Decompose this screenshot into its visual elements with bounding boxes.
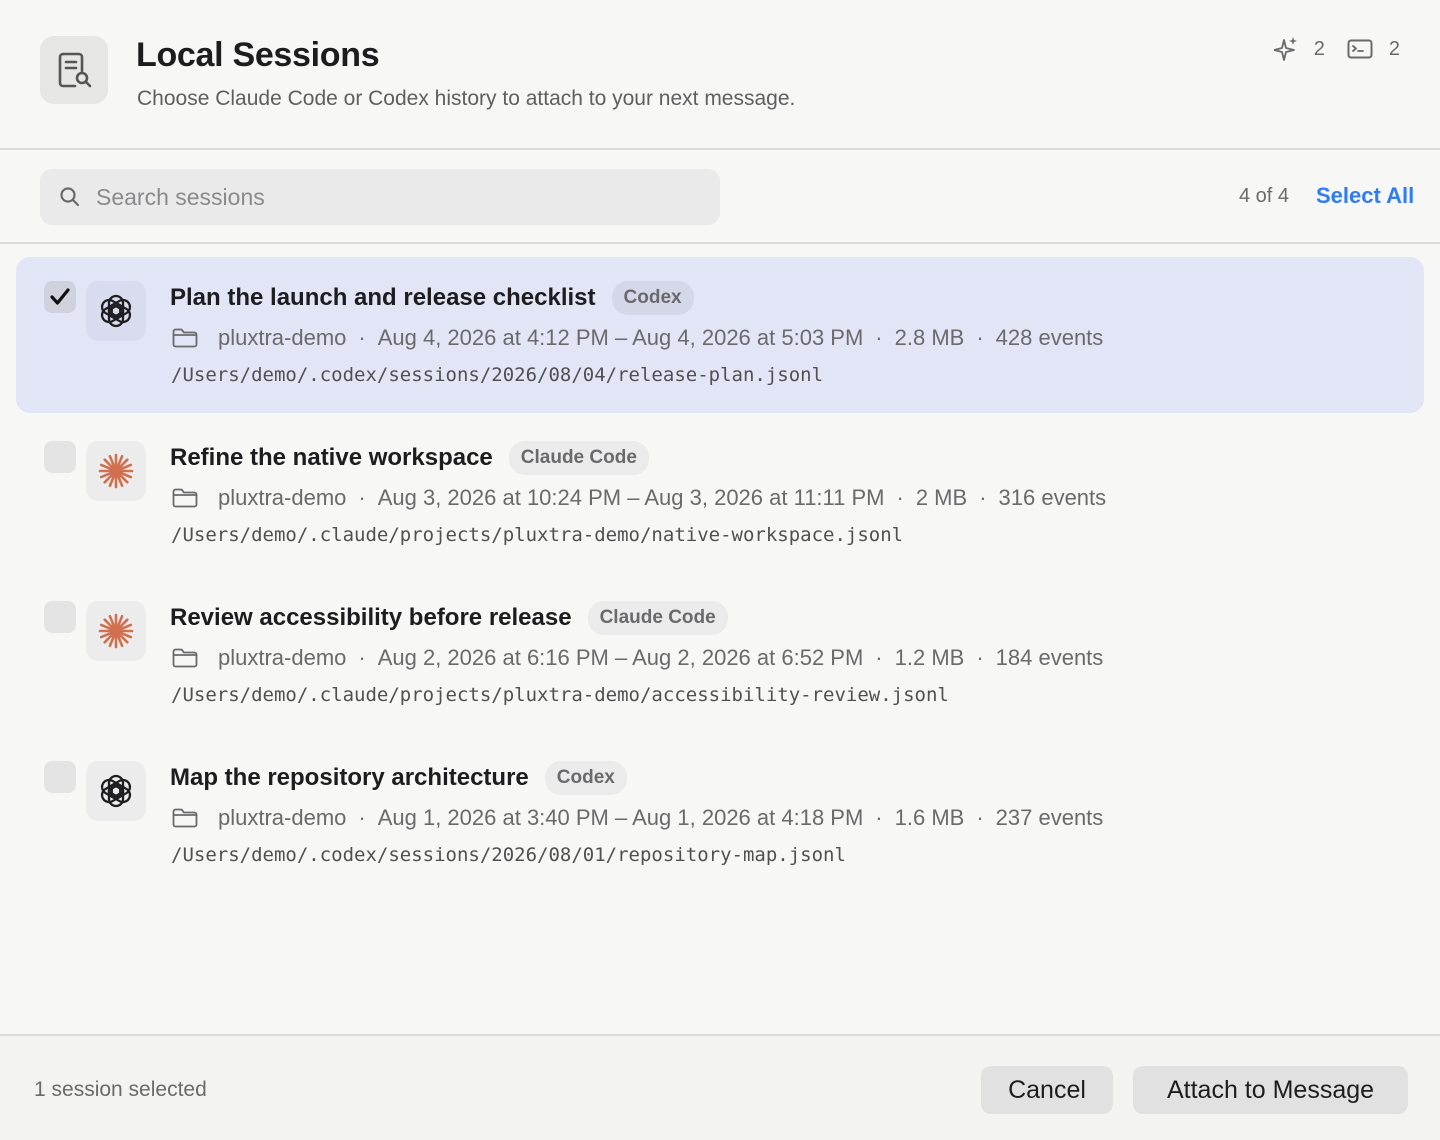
- project-name: pluxtra-demo: [218, 485, 347, 510]
- claude-icon: [86, 601, 146, 661]
- attach-to-message-button[interactable]: Attach to Message: [1133, 1066, 1408, 1114]
- separator: ·: [875, 325, 883, 350]
- search-field[interactable]: [40, 169, 720, 225]
- openai-icon: [86, 761, 146, 821]
- separator: ·: [875, 805, 883, 830]
- folder-icon: [172, 328, 198, 348]
- separator: ·: [875, 645, 883, 670]
- codex-count: 2: [1313, 37, 1325, 60]
- search-icon: [58, 185, 82, 214]
- session-row[interactable]: Plan the launch and release checklist Co…: [16, 257, 1424, 413]
- session-checkbox[interactable]: [44, 441, 76, 473]
- file-size: 1.6 MB: [894, 805, 965, 830]
- result-count: 4 of 4: [1239, 185, 1290, 207]
- folder-icon: [172, 808, 198, 828]
- event-count: 237 events: [995, 805, 1104, 830]
- session-row[interactable]: Refine the native workspace Claude Code …: [16, 417, 1424, 573]
- file-size: 2.8 MB: [894, 325, 965, 350]
- search-input[interactable]: [96, 169, 706, 225]
- separator: ·: [979, 485, 987, 510]
- separator: ·: [358, 805, 366, 830]
- time-range: Aug 4, 2026 at 4:12 PM – Aug 4, 2026 at …: [377, 325, 864, 350]
- separator: ·: [358, 325, 366, 350]
- project-name: pluxtra-demo: [218, 645, 347, 670]
- time-range: Aug 2, 2026 at 6:16 PM – Aug 2, 2026 at …: [377, 645, 864, 670]
- separator: ·: [896, 485, 904, 510]
- time-range: Aug 1, 2026 at 3:40 PM – Aug 1, 2026 at …: [377, 805, 864, 830]
- source-badge: Codex: [611, 281, 694, 315]
- session-title: Map the repository architecture: [170, 764, 529, 791]
- session-title: Review accessibility before release: [170, 604, 572, 631]
- selection-status: 1 session selected: [34, 1078, 207, 1101]
- select-all-button[interactable]: Select All: [1316, 183, 1414, 209]
- separator: ·: [976, 805, 984, 830]
- event-count: 184 events: [995, 645, 1104, 670]
- claude-icon: [86, 441, 146, 501]
- file-path: /Users/demo/.codex/sessions/2026/08/01/r…: [171, 844, 846, 866]
- source-counts: 2 2: [1273, 36, 1400, 62]
- openai-icon: [86, 281, 146, 341]
- file-path: /Users/demo/.claude/projects/pluxtra-dem…: [171, 524, 904, 546]
- session-title-line: Refine the native workspace Claude Code: [170, 441, 649, 475]
- project-name: pluxtra-demo: [218, 805, 347, 830]
- session-title-line: Map the repository architecture Codex: [170, 761, 627, 795]
- page-subtitle: Choose Claude Code or Codex history to a…: [137, 87, 796, 110]
- terminal-icon: [1347, 39, 1373, 59]
- separator: ·: [358, 645, 366, 670]
- session-checkbox[interactable]: [44, 281, 76, 313]
- file-size: 2 MB: [915, 485, 968, 510]
- event-count: 316 events: [998, 485, 1107, 510]
- footer: 1 session selected Cancel Attach to Mess…: [0, 1034, 1440, 1140]
- session-checkbox[interactable]: [44, 601, 76, 633]
- cancel-button[interactable]: Cancel: [981, 1066, 1113, 1114]
- document-search-icon: [40, 36, 108, 104]
- session-checkbox[interactable]: [44, 761, 76, 793]
- session-meta: pluxtra-demo · Aug 2, 2026 at 6:16 PM – …: [172, 645, 1103, 671]
- session-title-line: Plan the launch and release checklist Co…: [170, 281, 694, 315]
- checkmark-icon: [50, 288, 70, 305]
- file-path: /Users/demo/.claude/projects/pluxtra-dem…: [171, 684, 949, 706]
- time-range: Aug 3, 2026 at 10:24 PM – Aug 3, 2026 at…: [377, 485, 885, 510]
- page-title: Local Sessions: [136, 36, 380, 74]
- project-name: pluxtra-demo: [218, 325, 347, 350]
- session-title: Refine the native workspace: [170, 444, 493, 471]
- event-count: 428 events: [995, 325, 1104, 350]
- folder-icon: [172, 648, 198, 668]
- session-meta: pluxtra-demo · Aug 1, 2026 at 3:40 PM – …: [172, 805, 1103, 831]
- sparkle-icon: [1273, 36, 1298, 62]
- claude-count: 2: [1388, 37, 1400, 60]
- source-badge: Claude Code: [508, 441, 649, 475]
- file-path: /Users/demo/.codex/sessions/2026/08/04/r…: [171, 364, 824, 386]
- search-toolbar: 4 of 4 Select All: [0, 152, 1440, 244]
- folder-icon: [172, 488, 198, 508]
- separator: ·: [976, 645, 984, 670]
- session-title-line: Review accessibility before release Clau…: [170, 601, 728, 635]
- session-title: Plan the launch and release checklist: [170, 284, 596, 311]
- file-size: 1.2 MB: [894, 645, 965, 670]
- source-badge: Codex: [544, 761, 627, 795]
- session-row[interactable]: Map the repository architecture Codex pl…: [16, 737, 1424, 893]
- separator: ·: [358, 485, 366, 510]
- source-badge: Claude Code: [587, 601, 728, 635]
- session-meta: pluxtra-demo · Aug 3, 2026 at 10:24 PM –…: [172, 485, 1106, 511]
- session-row[interactable]: Review accessibility before release Clau…: [16, 577, 1424, 733]
- separator: ·: [976, 325, 984, 350]
- header: Local Sessions Choose Claude Code or Cod…: [0, 0, 1440, 150]
- session-meta: pluxtra-demo · Aug 4, 2026 at 4:12 PM – …: [172, 325, 1103, 351]
